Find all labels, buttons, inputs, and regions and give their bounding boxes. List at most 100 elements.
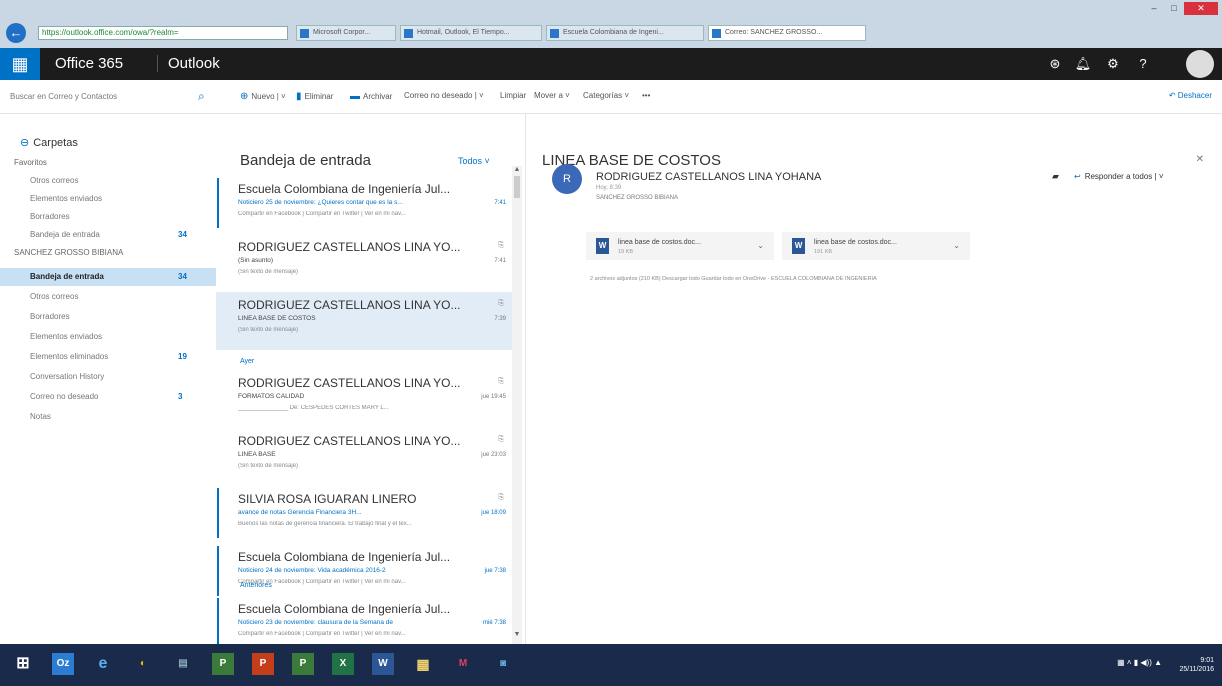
- help-icon[interactable]: ?: [1132, 54, 1154, 74]
- folder-item[interactable]: Notas: [0, 408, 216, 426]
- message-subject: LINEA BASE: [238, 451, 276, 458]
- taskbar-app-1[interactable]: ▤: [172, 653, 194, 675]
- browser-tab[interactable]: Microsoft Corpor...: [296, 25, 396, 41]
- categories-button[interactable]: Categorías ˅: [583, 91, 629, 100]
- minimize-button[interactable]: –: [1144, 2, 1164, 15]
- reply-all-button[interactable]: ↩ Responder a todos | ˅: [1074, 172, 1164, 181]
- scroll-down-icon[interactable]: ▼: [512, 631, 522, 638]
- close-window-button[interactable]: ✕: [1184, 2, 1218, 15]
- move-button[interactable]: Mover a ˅: [534, 91, 570, 100]
- undo-icon: ↶: [1168, 91, 1178, 100]
- undo-button[interactable]: ↶ Deshacer: [1169, 91, 1212, 100]
- browser-tab-active[interactable]: Correo: SANCHEZ GROSSO...: [708, 25, 866, 41]
- avatar[interactable]: [1186, 50, 1214, 78]
- list-item[interactable]: RODRIGUEZ CASTELLANOS LINA YO... (Sin as…: [216, 234, 512, 292]
- maximize-button[interactable]: □: [1164, 2, 1184, 15]
- list-title: Bandeja de entrada: [240, 152, 371, 169]
- group-header[interactable]: Anteriores: [240, 582, 272, 589]
- clock[interactable]: 9:01 25/11/2016: [1179, 656, 1214, 674]
- taskbar-app-2[interactable]: M: [452, 653, 474, 675]
- tab-favicon-icon: [404, 29, 413, 38]
- app-name[interactable]: Outlook: [157, 55, 220, 72]
- browser-tab[interactable]: Hotmail, Outlook, El Tiempo...: [400, 25, 542, 41]
- folder-pane: ⊖ Carpetas Favoritos Otros correos Elemen…: [0, 114, 216, 644]
- search-input[interactable]: Buscar en Correo y Contactos: [10, 89, 210, 105]
- address-bar[interactable]: https://outlook.office.com/owa/?realm=: [38, 26, 288, 40]
- favorite-item[interactable]: Otros correos: [0, 172, 216, 190]
- list-item-selected[interactable]: RODRIGUEZ CASTELLANOS LINA YO... LINEA B…: [216, 292, 512, 350]
- taskbar-app-powerpoint[interactable]: P: [252, 653, 274, 675]
- skype-icon[interactable]: ⊛: [1044, 54, 1066, 74]
- taskbar-app-word[interactable]: W: [372, 653, 394, 675]
- attachment-icon: ⎘: [498, 494, 504, 501]
- attachment-name: linea base de costos.doc...: [618, 239, 701, 246]
- delete-button[interactable]: ▮ Eliminar: [296, 91, 333, 102]
- folder-item[interactable]: Elementos enviados: [0, 328, 216, 346]
- folders-toggle[interactable]: ⊖ Carpetas: [20, 136, 78, 149]
- attachment-size: 191 KB: [814, 249, 833, 255]
- favorite-item[interactable]: Bandeja de entrada 34: [0, 226, 216, 244]
- start-button[interactable]: ⊞: [12, 653, 34, 675]
- app-launcher-icon[interactable]: ▦: [0, 48, 40, 80]
- taskbar-app-outlook[interactable]: Oz: [52, 653, 74, 675]
- brand-title[interactable]: Office 365: [55, 55, 123, 72]
- taskbar-app-3[interactable]: ◙: [492, 653, 514, 675]
- scroll-up-icon[interactable]: ▲: [512, 166, 522, 173]
- gear-icon[interactable]: ⚙: [1102, 54, 1124, 74]
- folder-item[interactable]: Otros correos: [0, 288, 216, 306]
- account-header[interactable]: SANCHEZ GROSSO BIBIANA: [0, 244, 216, 262]
- list-item[interactable]: RODRIGUEZ CASTELLANOS LINA YO... FORMATO…: [216, 370, 512, 428]
- attachment-name: linea base de costos.doc...: [814, 239, 897, 246]
- taskbar-app-project-2[interactable]: P: [292, 653, 314, 675]
- scroll-thumb[interactable]: [514, 176, 520, 198]
- folder-item[interactable]: Borradores: [0, 308, 216, 326]
- sender-name[interactable]: RODRIGUEZ CASTELLANOS LINA YOHANA: [596, 171, 821, 183]
- taskbar-app-ie[interactable]: e: [92, 653, 114, 675]
- message-preview: Compartir en Facebook | Compartir en Twi…: [238, 631, 406, 637]
- message-sender: RODRIGUEZ CASTELLANOS LINA YO...: [238, 298, 461, 312]
- system-tray[interactable]: ▦ ˄ ▮ ◀)) ▲: [1117, 658, 1162, 667]
- new-button[interactable]: ⊕ Nuevo | ˅: [240, 91, 286, 102]
- taskbar-app-excel[interactable]: X: [332, 653, 354, 675]
- favorites-header[interactable]: Favoritos: [0, 154, 216, 172]
- list-item[interactable]: SILVIA ROSA IGUARAN LINERO avance de not…: [216, 486, 512, 544]
- sender-avatar[interactable]: R: [552, 164, 582, 194]
- folder-item-selected[interactable]: Bandeja de entrada 34: [0, 268, 216, 286]
- filter-dropdown[interactable]: Todos ˅: [458, 156, 490, 166]
- attachment-card[interactable]: W linea base de costos.doc... 19 KB ⌄: [586, 232, 774, 260]
- chevron-down-icon[interactable]: ⌄: [953, 241, 960, 250]
- message-time: mié 7:38: [482, 620, 506, 626]
- list-scrollbar[interactable]: ▲ ▼: [512, 166, 522, 644]
- favorite-item[interactable]: Elementos enviados: [0, 190, 216, 208]
- sent-time: Hoy, 8:39: [596, 185, 622, 191]
- taskbar-app-project[interactable]: P: [212, 653, 234, 675]
- favorite-item[interactable]: Borradores: [0, 208, 216, 226]
- chevron-down-icon[interactable]: ⌄: [757, 241, 764, 250]
- more-button[interactable]: •••: [642, 91, 650, 100]
- recipient[interactable]: SANCHEZ GROSSO BIBIANA: [596, 195, 678, 201]
- archive-button[interactable]: ▬ Archivar: [350, 91, 392, 102]
- folder-item[interactable]: Conversation History: [0, 368, 216, 386]
- attachment-card[interactable]: W linea base de costos.doc... 191 KB ⌄: [782, 232, 970, 260]
- message-preview: _______________ De: CESPEDES CORTES MARY…: [238, 405, 389, 411]
- bell-icon[interactable]: 🔔︎: [1072, 54, 1094, 74]
- taskbar-app-chrome[interactable]: ◐: [132, 653, 154, 675]
- list-item[interactable]: Escuela Colombiana de Ingeniería Jul... …: [216, 176, 512, 234]
- folder-item[interactable]: Correo no deseado 3: [0, 388, 216, 406]
- attachment-actions[interactable]: 2 archivos adjuntos (210 KB) Descargar t…: [590, 276, 877, 282]
- pin-icon[interactable]: ▰: [1052, 171, 1059, 182]
- message-sender: Escuela Colombiana de Ingeniería Jul...: [238, 602, 451, 616]
- clean-button[interactable]: Limpiar: [500, 91, 526, 100]
- list-item[interactable]: Escuela Colombiana de Ingeniería Jul... …: [216, 596, 512, 644]
- group-header[interactable]: Ayer: [240, 358, 254, 365]
- close-icon[interactable]: ✕: [1196, 154, 1204, 165]
- browser-tab[interactable]: Escuela Colombiana de Ingeni...: [546, 25, 704, 41]
- junk-button[interactable]: Correo no deseado | ˅: [404, 91, 484, 100]
- taskbar-app-explorer[interactable]: ▦: [412, 653, 434, 675]
- list-item[interactable]: Escuela Colombiana de Ingeniería Jul... …: [216, 544, 512, 602]
- back-arrow-icon[interactable]: ←: [6, 23, 26, 43]
- message-time: jue 18:09: [481, 510, 506, 516]
- list-item[interactable]: RODRIGUEZ CASTELLANOS LINA YO... LINEA B…: [216, 428, 512, 486]
- search-icon[interactable]: ⌕: [198, 89, 205, 104]
- folder-item[interactable]: Elementos eliminados 19: [0, 348, 216, 366]
